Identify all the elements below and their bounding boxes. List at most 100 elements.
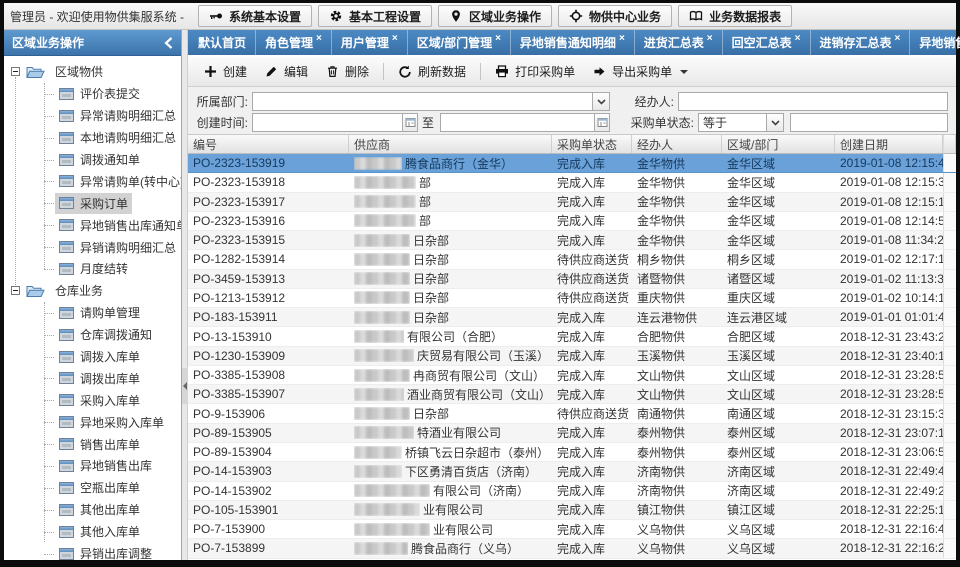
table-row[interactable]: PO-3459-153913 日杂部 待供应商送货 诸暨物供 诸暨区域 2019… (188, 270, 956, 289)
column-header-supplier[interactable]: 供应商 (349, 135, 552, 153)
row-spacer-cell (943, 501, 956, 519)
table-row[interactable]: PO-2323-153919 腾食品商行（金华） 完成入库 金华物供 金华区域 … (188, 154, 956, 173)
tree-item[interactable]: 异地销售出库 (4, 455, 181, 477)
tree-item[interactable]: 本地请购明细汇总 (4, 127, 181, 149)
table-row[interactable]: PO-2323-153916 部 完成入库 金华物供 金华区域 2019-01-… (188, 212, 956, 231)
create-button[interactable]: 创建 (196, 60, 255, 83)
tree-item[interactable]: 异地销售出库通知单 (4, 214, 181, 236)
tree-item[interactable]: 请购单管理 (4, 302, 181, 324)
menu-engineering-settings-button[interactable]: 基本工程设置 (318, 5, 432, 27)
department-combobox[interactable] (252, 92, 610, 111)
table-row[interactable]: PO-2323-153915 日杂部 完成入库 金华物供 金华区域 2019-0… (188, 231, 956, 250)
tree-item[interactable]: 月度结转 (4, 258, 181, 280)
tab[interactable]: 用户管理 × (332, 30, 408, 55)
table-row[interactable]: PO-1282-153914 日杂部 待供应商送货 桐乡物供 桐乡区域 2019… (188, 250, 956, 269)
tree-item[interactable]: 调拨入库单 (4, 346, 181, 368)
table-row[interactable]: PO-14-153902 有限公司（济南） 完成入库 济南物供 济南区域 201… (188, 482, 956, 501)
table-row[interactable]: PO-105-153901 业有限公司 完成入库 镇江物供 镇江区域 2018-… (188, 501, 956, 520)
tree-item[interactable]: 采购入库单 (4, 389, 181, 411)
table-row[interactable]: PO-7-153899 腾食品商行（义乌） 完成入库 义乌物供 义乌区域 201… (188, 539, 956, 558)
tree-item[interactable]: 评价表提交 (4, 83, 181, 105)
column-header-number[interactable]: 编号 (188, 135, 349, 153)
edit-button[interactable]: 编辑 (257, 60, 316, 83)
redacted-supplier-blur (354, 157, 402, 170)
status-value-input[interactable] (790, 113, 948, 132)
table-row[interactable]: PO-9-153906 日杂部 待供应商送货 南通物供 南通区域 2018-12… (188, 404, 956, 423)
tab-close-icon[interactable]: × (707, 34, 713, 44)
tree-expander-icon[interactable] (11, 67, 20, 76)
chevron-down-icon[interactable] (592, 93, 609, 110)
table-row[interactable]: PO-183-153911 日杂部 完成入库 连云港物供 连云港区域 2019-… (188, 308, 956, 327)
column-header-status[interactable]: 采购单状态 (552, 135, 632, 153)
column-header-region[interactable]: 区域/部门 (722, 135, 835, 153)
tab-close-icon[interactable]: × (895, 34, 901, 44)
order-number-cell: PO-7-153899 (188, 539, 349, 557)
table-row[interactable]: PO-89-153904 桥镇飞云日杂超市（泰州） 完成入库 泰州物供 泰州区域… (188, 443, 956, 462)
tab[interactable]: 进销存汇总表 × (811, 30, 911, 55)
table-row[interactable]: PO-7-153900 业有限公司 完成入库 义乌物供 义乌区域 2018-12… (188, 520, 956, 539)
tree-item[interactable]: 异常请购单(转中心) (4, 170, 181, 192)
tree-item[interactable]: 仓库调拨通知 (4, 324, 181, 346)
created-to-input[interactable] (440, 113, 610, 132)
menu-system-settings-button[interactable]: 系统基本设置 (198, 5, 312, 27)
created-date-cell: 2019-01-02 12:17:15 (835, 250, 943, 268)
tab-close-icon[interactable]: × (495, 34, 501, 44)
sidebar-collapse-handle[interactable] (182, 368, 188, 404)
menu-reports-button[interactable]: 业务数据报表 (678, 5, 792, 27)
tab[interactable]: 区域/部门管理 × (408, 30, 511, 55)
tree-expander-icon[interactable] (11, 286, 20, 295)
status-operator-select[interactable]: 等于 (698, 113, 784, 132)
redacted-supplier-blur (354, 484, 430, 497)
tree-item[interactable]: 其他出库单 (4, 499, 181, 521)
table-row[interactable]: PO-89-153905 特酒业有限公司 完成入库 泰州物供 泰州区域 2018… (188, 424, 956, 443)
tree-item[interactable]: 区域物供 (4, 61, 181, 83)
status-cell: 待供应商送货 (552, 270, 632, 288)
tab-close-icon[interactable]: × (392, 34, 398, 44)
tab-close-icon[interactable]: × (795, 34, 801, 44)
calendar-icon[interactable] (594, 114, 609, 131)
tab[interactable]: 回空汇总表 × (723, 30, 811, 55)
calendar-icon[interactable] (402, 114, 417, 131)
tree-item[interactable]: 采购订单 (4, 192, 181, 214)
column-header-agent[interactable]: 经办人 (632, 135, 722, 153)
chevron-down-icon[interactable] (766, 114, 783, 131)
tab[interactable]: 角色管理 × (256, 30, 332, 55)
table-row[interactable]: PO-14-153903 下区勇清百货店（济南） 完成入库 济南物供 济南区域 … (188, 462, 956, 481)
agent-cell: 泰州物供 (632, 443, 722, 461)
tree-item[interactable]: 空瓶出库单 (4, 477, 181, 499)
tree-item[interactable]: 调拨出库单 (4, 367, 181, 389)
table-row[interactable]: PO-2323-153918 部 完成入库 金华物供 金华区域 2019-01-… (188, 173, 956, 192)
table-row[interactable]: PO-1230-153909 庆贸易有限公司（玉溪） 完成入库 玉溪物供 玉溪区… (188, 347, 956, 366)
tree-item[interactable]: 异销请购明细汇总 (4, 236, 181, 258)
tree-item[interactable]: 异销出库调整 (4, 543, 181, 560)
tree-item[interactable]: 其他入库单 (4, 521, 181, 543)
tab-close-icon[interactable]: × (316, 34, 322, 44)
agent-input[interactable] (678, 92, 948, 111)
menu-supply-center-button[interactable]: 物供中心业务 (558, 5, 672, 27)
tree-item[interactable]: 调拨通知单 (4, 149, 181, 171)
delete-button[interactable]: 删除 (318, 60, 377, 83)
menu-region-operations-button[interactable]: 区域业务操作 (438, 5, 552, 27)
table-row[interactable]: PO-3385-153908 冉商贸有限公司（文山） 完成入库 文山物供 文山区… (188, 366, 956, 385)
tab[interactable]: 异地销售调整明细 × (910, 30, 960, 55)
tree-item[interactable]: 异常请购明细汇总 (4, 105, 181, 127)
chevron-left-icon[interactable] (164, 37, 173, 49)
tab-close-icon[interactable]: × (619, 34, 625, 44)
table-row[interactable]: PO-13-153910 有限公司（合肥） 完成入库 合肥物供 合肥区域 201… (188, 327, 956, 346)
tree-item[interactable]: 仓库业务 (4, 280, 181, 302)
tab[interactable]: 异地销售通知明细 × (511, 30, 635, 55)
tab[interactable]: 进货汇总表 × (635, 30, 723, 55)
column-header-created[interactable]: 创建日期 (835, 135, 943, 153)
tree-item[interactable]: 销售出库单 (4, 433, 181, 455)
tree-item[interactable]: 异地采购入库单 (4, 411, 181, 433)
tab[interactable]: 默认首页 (189, 30, 256, 55)
created-from-input[interactable] (252, 113, 418, 132)
order-number-cell: PO-7-153900 (188, 520, 349, 538)
refresh-button[interactable]: 刷新数据 (390, 60, 474, 83)
export-button[interactable]: 导出采购单 (585, 60, 696, 83)
table-row[interactable]: PO-3385-153907 酒业商贸有限公司（文山） 完成入库 文山物供 文山… (188, 385, 956, 404)
table-row[interactable]: PO-2323-153917 部 完成入库 金华物供 金华区域 2019-01-… (188, 193, 956, 212)
row-spacer-cell (943, 366, 956, 384)
table-row[interactable]: PO-1213-153912 日杂部 待供应商送货 重庆物供 重庆区域 2019… (188, 289, 956, 308)
print-button[interactable]: 打印采购单 (487, 60, 583, 83)
